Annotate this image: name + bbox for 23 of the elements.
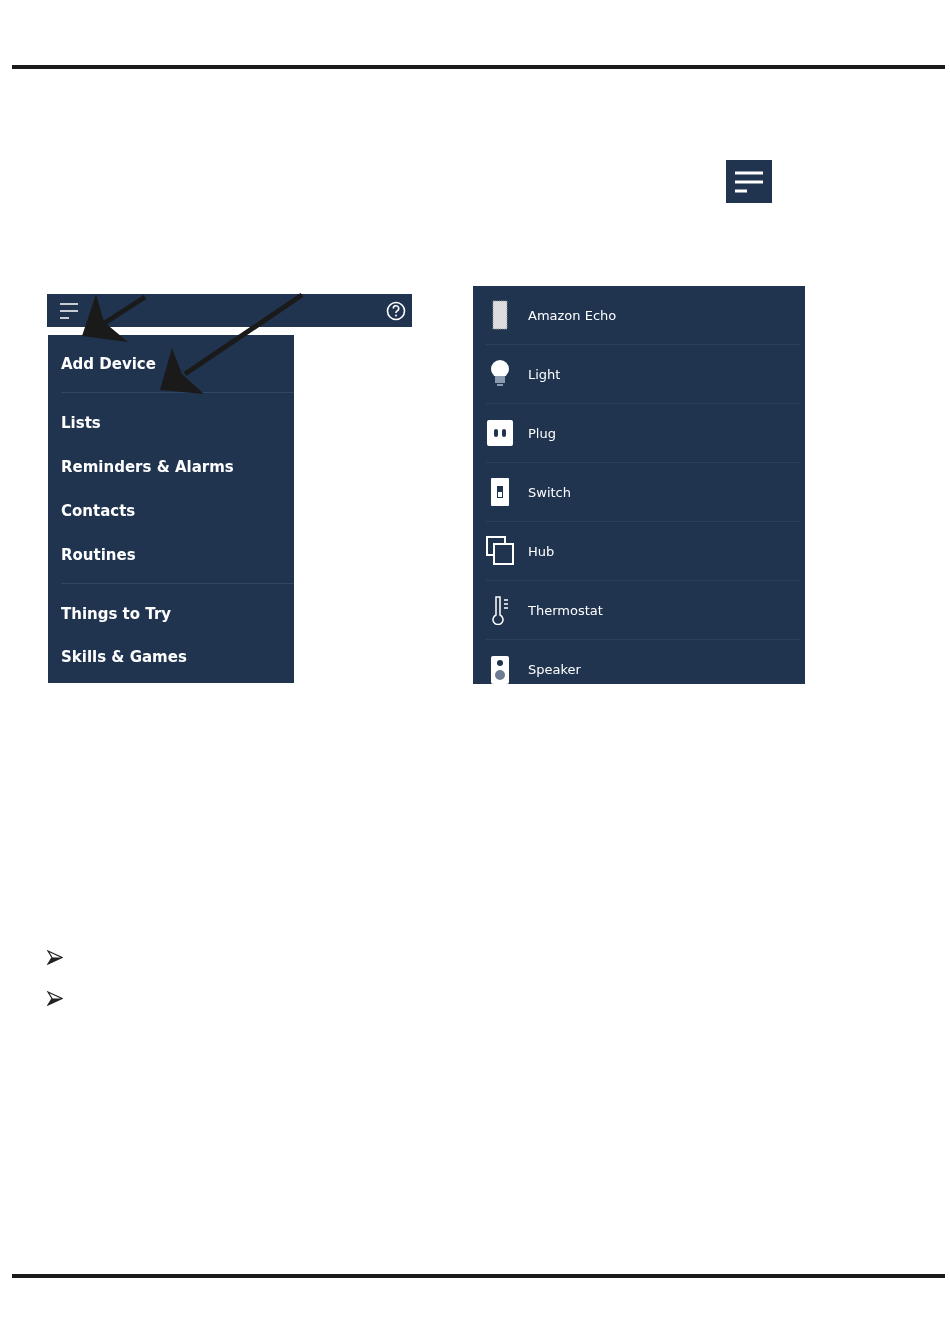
menu-item[interactable]: Reminders & Alarms bbox=[48, 445, 294, 489]
device-label[interactable]: Switch bbox=[528, 484, 571, 500]
menu-icon[interactable] bbox=[59, 301, 79, 320]
device-label[interactable]: Thermostat bbox=[528, 602, 603, 618]
device-label[interactable]: Amazon Echo bbox=[528, 307, 617, 323]
bullet-arrow-icon bbox=[47, 991, 63, 1006]
device-label[interactable]: Plug bbox=[528, 425, 556, 441]
arrow-drawing bbox=[82, 294, 147, 342]
bullet-arrow-icon bbox=[47, 950, 63, 965]
menu-item[interactable]: Routines bbox=[48, 533, 294, 577]
menu-icon bbox=[734, 169, 764, 194]
help-icon[interactable] bbox=[386, 300, 406, 321]
menu-item[interactable]: Things to Try bbox=[48, 592, 294, 635]
hub-icon bbox=[486, 536, 514, 566]
device-label[interactable]: Speaker bbox=[528, 662, 581, 677]
device-label[interactable]: Hub bbox=[528, 543, 555, 559]
menu-item[interactable]: Add Device bbox=[48, 335, 294, 392]
plug-icon bbox=[486, 418, 514, 448]
menu-button[interactable] bbox=[726, 160, 772, 203]
menu-item[interactable]: Skills & Games bbox=[48, 635, 294, 678]
device-label[interactable]: Light bbox=[528, 366, 561, 382]
menu-item[interactable]: Contacts bbox=[48, 489, 294, 533]
menu-item[interactable]: Lists bbox=[48, 401, 294, 445]
